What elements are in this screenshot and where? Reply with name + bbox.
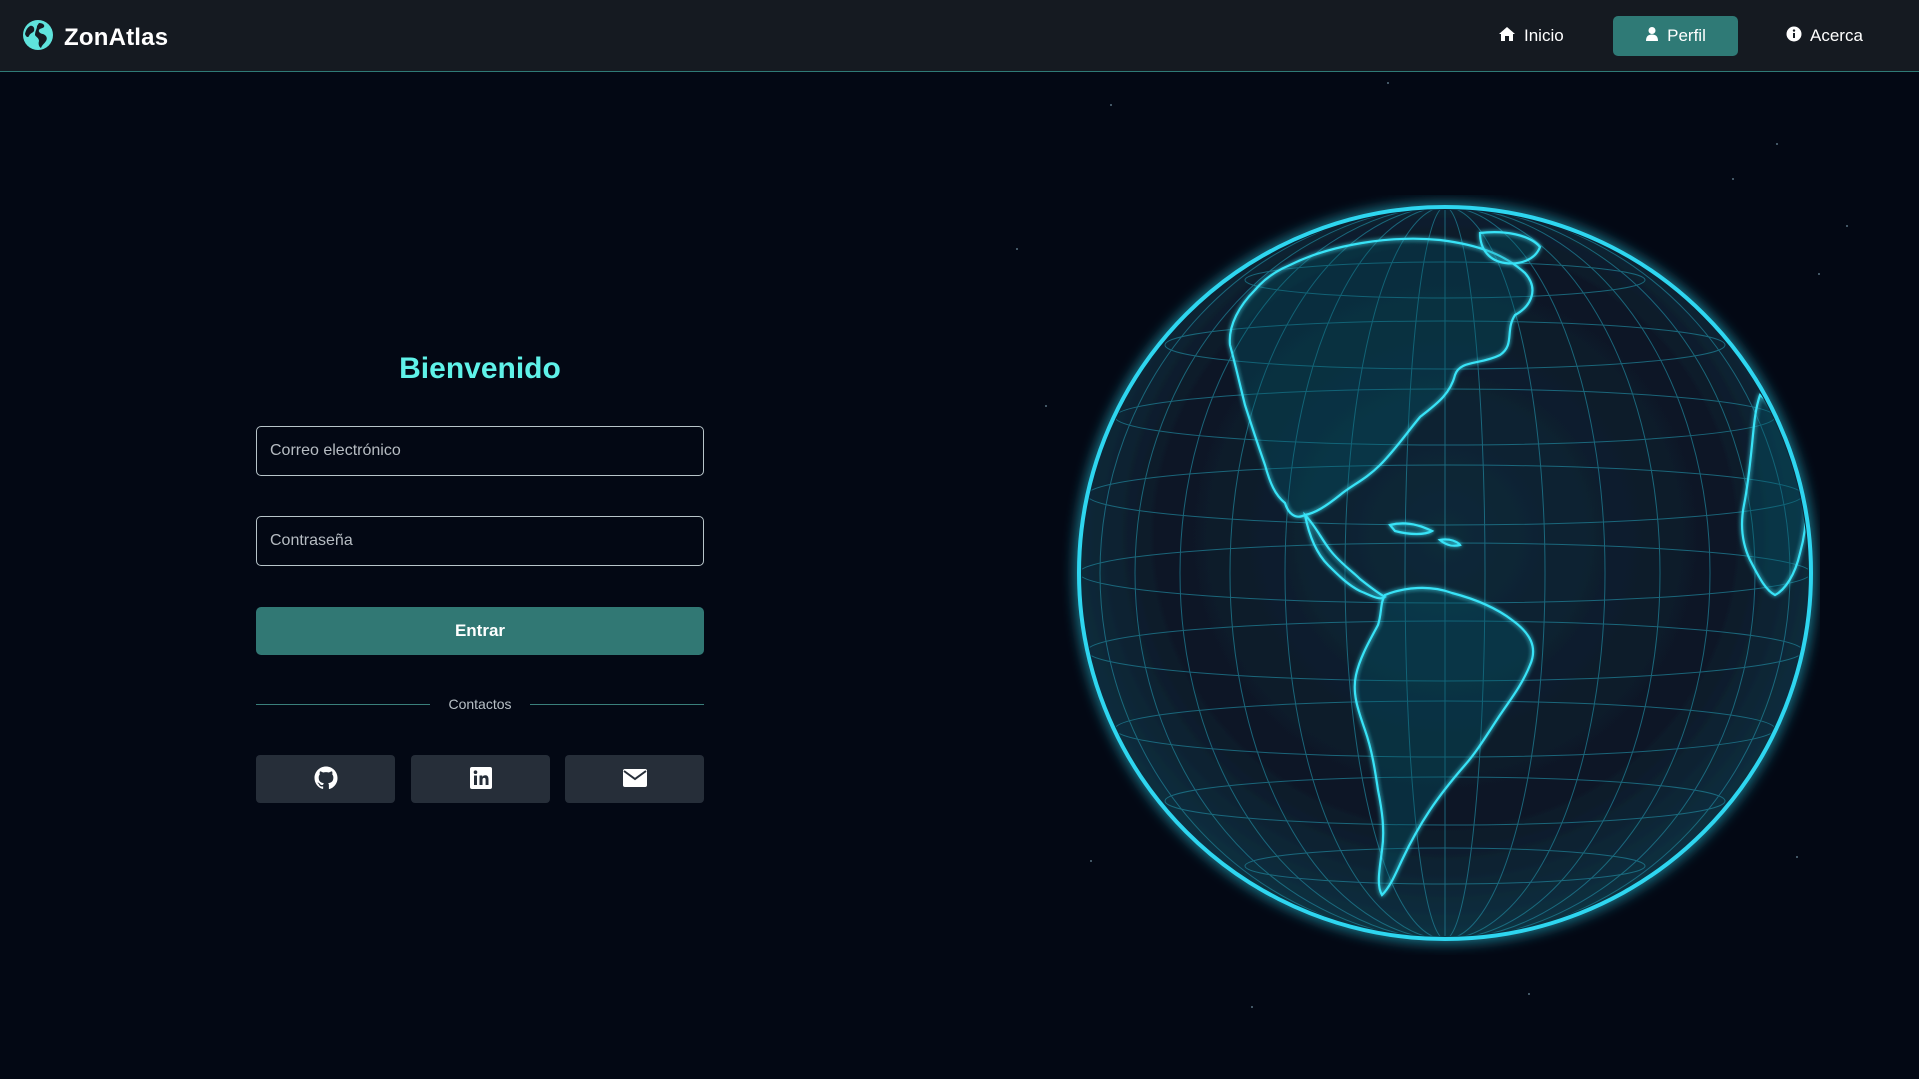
nav-label-acerca: Acerca xyxy=(1810,26,1863,45)
linkedin-icon xyxy=(469,766,492,792)
nav-item-inicio[interactable]: Inicio xyxy=(1476,16,1586,56)
contacts-divider: Contactos xyxy=(256,694,704,714)
star xyxy=(1045,405,1047,407)
divider-line-right xyxy=(530,704,704,705)
nav-label-perfil: Perfil xyxy=(1667,26,1706,45)
github-icon xyxy=(314,766,338,793)
globe-icon xyxy=(22,19,54,56)
brand[interactable]: ZonAtlas xyxy=(22,19,168,56)
password-field[interactable] xyxy=(256,516,704,566)
email-button[interactable] xyxy=(565,755,704,803)
star xyxy=(1387,82,1389,84)
email-field[interactable] xyxy=(256,426,704,476)
linkedin-button[interactable] xyxy=(411,755,550,803)
nav-item-acerca[interactable]: Acerca xyxy=(1764,16,1885,56)
star xyxy=(1110,104,1112,106)
globe-illustration xyxy=(1060,195,1820,955)
star xyxy=(1776,143,1778,145)
login-button[interactable]: Entrar xyxy=(256,607,704,655)
email-icon xyxy=(622,768,647,790)
nav-label-inicio: Inicio xyxy=(1524,26,1564,45)
info-icon xyxy=(1786,26,1802,47)
star xyxy=(1016,248,1018,250)
page-title: Bienvenido xyxy=(399,352,561,385)
star xyxy=(1528,993,1530,995)
star xyxy=(1251,1006,1253,1008)
star xyxy=(1732,178,1734,180)
home-icon xyxy=(1498,26,1516,47)
navbar: ZonAtlas Inicio Perfil Acerca xyxy=(0,0,1919,72)
nav-item-perfil[interactable]: Perfil xyxy=(1613,16,1738,56)
star xyxy=(1846,225,1848,227)
user-icon xyxy=(1645,26,1659,47)
github-button[interactable] xyxy=(256,755,395,803)
app-name: ZonAtlas xyxy=(64,23,169,51)
